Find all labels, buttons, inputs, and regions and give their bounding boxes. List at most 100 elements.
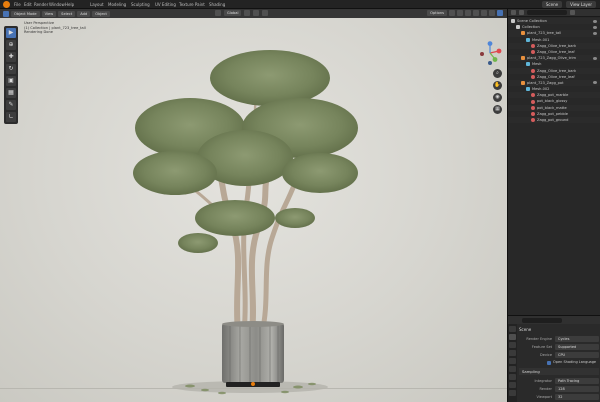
menu-edit[interactable]: Edit	[24, 2, 32, 7]
collection-icon	[516, 25, 520, 30]
wireframe-shading-icon[interactable]	[473, 10, 479, 16]
overlay-toggle-icon[interactable]	[465, 10, 471, 16]
visibility-eye-icon[interactable]	[593, 81, 597, 85]
render-tab-icon[interactable]	[509, 334, 516, 340]
render-samples-field[interactable]: 128	[555, 385, 599, 392]
view-layer-selector[interactable]: View Layer	[566, 1, 596, 8]
zoom-icon[interactable]: ⌕	[493, 69, 502, 78]
viewport-overlay-info: User Perspective (1) Collection | plant_…	[24, 21, 86, 35]
topbar-right: Scene View Layer	[541, 1, 596, 8]
grid-icon[interactable]: ▦	[493, 105, 502, 114]
tab-texture-paint[interactable]: Texture Paint	[179, 2, 205, 7]
integrator-label: Integrator	[534, 378, 552, 383]
material-shading-icon[interactable]	[489, 10, 495, 16]
menu-select[interactable]: Select	[58, 10, 76, 17]
render-samples-label: Render	[539, 386, 552, 391]
scene-tab-icon[interactable]	[509, 358, 516, 364]
outliner-editor-icon[interactable]	[511, 10, 516, 15]
display-mode-icon[interactable]	[519, 10, 524, 15]
gizmo-toggle-icon[interactable]	[457, 10, 463, 16]
render-status: Rendering Done	[24, 30, 53, 35]
visibility-icon[interactable]	[449, 10, 455, 16]
menu-object[interactable]: Object	[92, 10, 110, 17]
pivot-icon[interactable]	[244, 10, 251, 16]
tab-uv-editing[interactable]: UV Editing	[155, 2, 176, 7]
render-samples-row: Render 128	[519, 385, 599, 392]
view-layer-tab-icon[interactable]	[509, 350, 516, 356]
tab-sculpting[interactable]: Sculpting	[131, 2, 150, 7]
material-tab-icon[interactable]	[509, 390, 516, 396]
viewport-shading-controls: Options	[427, 10, 503, 16]
menu-window[interactable]: Window	[49, 2, 65, 7]
menu-render[interactable]: Render	[34, 2, 48, 7]
viewport-render[interactable]	[0, 18, 507, 402]
menu-add[interactable]: Add	[77, 10, 91, 17]
tab-modeling[interactable]: Modeling	[108, 2, 126, 7]
viewport-header: Object Mode View Select Add Object Globa…	[0, 9, 507, 18]
solid-shading-icon[interactable]	[481, 10, 487, 16]
sampling-section-header[interactable]: Sampling	[519, 368, 599, 375]
properties-scene-title: Scene	[519, 327, 532, 332]
render-engine-label: Render Engine	[526, 336, 552, 341]
material-icon	[531, 99, 535, 104]
hand-icon[interactable]: ✋	[493, 81, 502, 90]
rotate-tool-icon[interactable]: ↻	[6, 64, 16, 74]
cursor-tool-icon[interactable]: ⊕	[6, 40, 16, 50]
mesh-data-icon	[526, 87, 530, 92]
3d-viewport[interactable]: Object Mode View Select Add Object Globa…	[0, 9, 507, 402]
scene-selector[interactable]: Scene	[541, 1, 563, 8]
menu-file[interactable]: File	[14, 2, 21, 7]
navigation-gizmo-icon[interactable]	[478, 41, 502, 65]
world-tab-icon[interactable]	[509, 366, 516, 372]
menu-help[interactable]: Help	[65, 2, 74, 7]
object-tab-icon[interactable]	[509, 374, 516, 380]
transform-controls: Global	[215, 10, 269, 16]
integrator-dropdown[interactable]: Path Tracing	[555, 377, 599, 384]
tab-layout[interactable]: Layout	[90, 2, 104, 7]
visibility-eye-icon[interactable]	[593, 19, 597, 23]
proportional-edit-icon[interactable]	[262, 10, 269, 16]
device-row: Device CPU	[519, 351, 599, 358]
properties-search-input[interactable]	[522, 317, 562, 323]
filter-icon[interactable]	[570, 10, 575, 15]
outliner-search-input[interactable]	[527, 10, 567, 15]
render-engine-dropdown[interactable]: Cycles	[555, 335, 599, 342]
outliner-row[interactable]: Zagg_pot_ground	[508, 117, 600, 124]
select-box-tool-icon[interactable]: ▶	[6, 28, 16, 38]
mode-selector[interactable]: Object Mode	[11, 10, 40, 17]
outliner-header	[508, 9, 600, 17]
osl-checkbox[interactable]	[547, 360, 551, 365]
device-dropdown[interactable]: CPU	[555, 351, 599, 358]
transform-orientation-dropdown[interactable]: Global	[224, 10, 242, 16]
tool-tab-icon[interactable]	[509, 326, 516, 332]
right-sidebar: Scene Collection Collection plant_723_tree…	[507, 9, 600, 402]
osl-checkbox-row[interactable]: Open Shading Language	[519, 359, 599, 366]
measure-tool-icon[interactable]: ∟	[6, 112, 16, 122]
rendered-shading-icon[interactable]	[497, 10, 503, 16]
visibility-eye-icon[interactable]	[593, 56, 597, 60]
visibility-eye-icon[interactable]	[593, 25, 597, 29]
feature-set-dropdown[interactable]: Supported	[555, 343, 599, 350]
viewport-navigation-buttons: ⌕ ✋ ◉ ▦	[493, 69, 502, 114]
transform-tool-icon[interactable]: ▦	[6, 88, 16, 98]
viewport-samples-label: Viewport	[536, 394, 552, 399]
menu-view[interactable]: View	[41, 10, 57, 17]
editor-type-icon[interactable]	[3, 10, 9, 17]
camera-icon[interactable]: ◉	[493, 93, 502, 102]
modifier-tab-icon[interactable]	[509, 382, 516, 388]
snap-icon[interactable]	[253, 10, 260, 16]
output-tab-icon[interactable]	[509, 342, 516, 348]
properties-editor: Scene Render Engine Cycles Feature Set S…	[508, 315, 600, 402]
annotate-tool-icon[interactable]: ✎	[6, 100, 16, 110]
scale-tool-icon[interactable]: ▣	[6, 76, 16, 86]
blender-logo-icon[interactable]	[3, 1, 10, 8]
move-tool-icon[interactable]: ✚	[6, 52, 16, 62]
orientation-icon[interactable]	[215, 10, 221, 16]
material-icon	[531, 43, 535, 48]
tab-shading[interactable]: Shading	[209, 2, 225, 7]
visibility-eye-icon[interactable]	[593, 31, 597, 35]
options-button[interactable]: Options	[427, 10, 447, 16]
material-icon	[531, 105, 535, 110]
viewport-samples-field[interactable]: 32	[555, 393, 599, 400]
properties-body: Scene Render Engine Cycles Feature Set S…	[519, 326, 599, 401]
